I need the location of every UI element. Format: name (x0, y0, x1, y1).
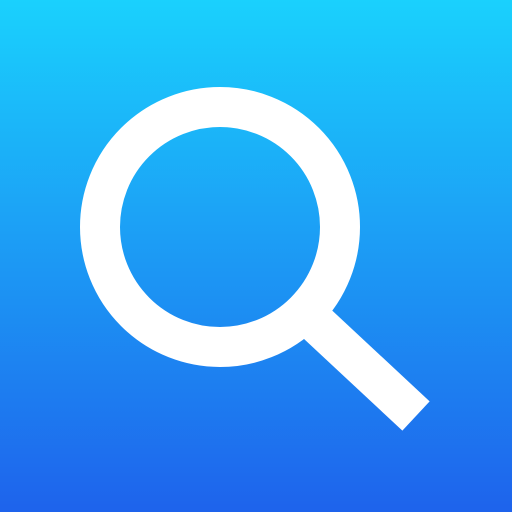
search-app-icon[interactable] (0, 0, 512, 512)
magnifier-lens (80, 87, 360, 367)
magnifier-handle (299, 305, 430, 431)
magnifying-glass-icon (80, 87, 430, 431)
